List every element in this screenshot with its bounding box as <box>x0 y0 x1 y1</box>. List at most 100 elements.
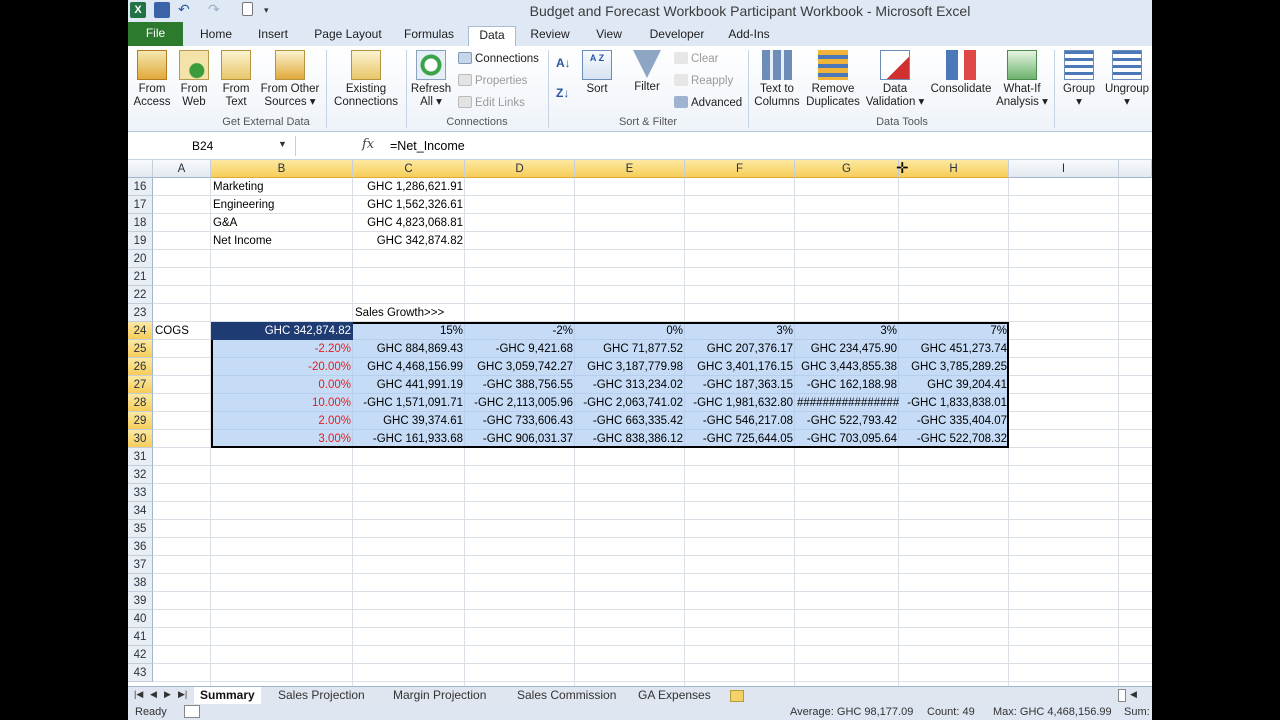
ungroup-button[interactable]: Ungroup ▾ <box>1102 50 1152 109</box>
tab-file[interactable]: File <box>128 22 183 46</box>
sort-ascending-icon[interactable]: A↓ <box>556 56 571 70</box>
cell-f26[interactable]: GHC 3,401,176.15 <box>685 358 795 376</box>
cell-f27[interactable]: -GHC 187,363.15 <box>685 376 795 394</box>
cell-e26[interactable]: GHC 3,187,779.98 <box>575 358 685 376</box>
formula-input[interactable]: =Net_Income <box>390 139 465 153</box>
cell-g24[interactable]: 3% <box>795 322 899 340</box>
cell-b26[interactable]: -20.00% <box>211 358 353 376</box>
row-header-40[interactable]: 40 <box>128 610 153 628</box>
what-if-analysis-button[interactable]: What-If Analysis ▾ <box>994 50 1050 109</box>
reapply-button[interactable]: Reapply <box>674 74 733 88</box>
column-header-e[interactable]: E <box>575 160 685 178</box>
cell-c30[interactable]: -GHC 161,933.68 <box>353 430 465 448</box>
cell-b24[interactable]: GHC 342,874.82 <box>211 322 353 340</box>
cell-c25[interactable]: GHC 884,869.43 <box>353 340 465 358</box>
next-sheet-icon[interactable]: ▶ <box>164 689 171 700</box>
filter-button[interactable]: Filter <box>628 50 666 94</box>
tab-add-ins[interactable]: Add-Ins <box>724 26 774 46</box>
row-header-34[interactable]: 34 <box>128 502 153 520</box>
cell-f28[interactable]: -GHC 1,981,632.80 <box>685 394 795 412</box>
insert-function-button[interactable]: fx <box>362 137 374 152</box>
scroll-left-icon[interactable]: ◀ <box>1130 689 1137 700</box>
tab-view[interactable]: View <box>588 26 630 46</box>
cell-g29[interactable]: -GHC 522,793.42 <box>795 412 899 430</box>
row-header-43[interactable]: 43 <box>128 664 153 682</box>
cell-f25[interactable]: GHC 207,376.17 <box>685 340 795 358</box>
row-header-36[interactable]: 36 <box>128 538 153 556</box>
row-header-30[interactable]: 30 <box>128 430 153 448</box>
row-header-22[interactable]: 22 <box>128 286 153 304</box>
row-header-42[interactable]: 42 <box>128 646 153 664</box>
cell-c18[interactable]: GHC 4,823,068.81 <box>353 214 465 232</box>
cell-c29[interactable]: GHC 39,374.61 <box>353 412 465 430</box>
column-header-g[interactable]: G <box>795 160 899 178</box>
insert-sheet-icon[interactable] <box>730 690 744 702</box>
cell-g27[interactable]: -GHC 162,188.98 <box>795 376 899 394</box>
column-header-i[interactable]: I <box>1009 160 1119 178</box>
cell-c17[interactable]: GHC 1,562,326.61 <box>353 196 465 214</box>
column-header-a[interactable]: A <box>153 160 211 178</box>
tab-home[interactable]: Home <box>194 26 238 46</box>
cell-e28[interactable]: -GHC 2,063,741.02 <box>575 394 685 412</box>
column-header-j[interactable] <box>1119 160 1152 178</box>
cell-d28[interactable]: -GHC 2,113,005.96 <box>465 394 575 412</box>
row-header-18[interactable]: 18 <box>128 214 153 232</box>
tab-formulas[interactable]: Formulas <box>400 26 458 46</box>
row-header-19[interactable]: 19 <box>128 232 153 250</box>
cell-c16[interactable]: GHC 1,286,621.91 <box>353 178 465 196</box>
row-header-35[interactable]: 35 <box>128 520 153 538</box>
row-header-27[interactable]: 27 <box>128 376 153 394</box>
sheet-tab-ga-expenses[interactable]: GA Expenses <box>638 687 711 704</box>
cell-h28[interactable]: -GHC 1,833,838.01 <box>899 394 1009 412</box>
cell-f29[interactable]: -GHC 546,217.08 <box>685 412 795 430</box>
cell-h27[interactable]: GHC 39,204.41 <box>899 376 1009 394</box>
cell-d26[interactable]: GHC 3,059,742.27 <box>465 358 575 376</box>
data-validation-button[interactable]: Data Validation ▾ <box>864 50 926 109</box>
sort-button[interactable]: A Z Sort <box>580 50 614 96</box>
cell-c28[interactable]: -GHC 1,571,091.71 <box>353 394 465 412</box>
sheet-tab-margin-projection[interactable]: Margin Projection <box>393 687 486 704</box>
cell-h25[interactable]: GHC 451,273.74 <box>899 340 1009 358</box>
column-header-h[interactable]: H <box>899 160 1009 178</box>
cell-c24[interactable]: 15% <box>353 322 465 340</box>
cell-d24[interactable]: -2% <box>465 322 575 340</box>
advanced-button[interactable]: Advanced <box>674 96 742 110</box>
column-header-d[interactable]: D <box>465 160 575 178</box>
edit-links-button[interactable]: Edit Links <box>458 96 525 110</box>
last-sheet-icon[interactable]: ▶| <box>178 689 187 700</box>
cell-b29[interactable]: 2.00% <box>211 412 353 430</box>
cell-e30[interactable]: -GHC 838,386.12 <box>575 430 685 448</box>
cell-g26[interactable]: GHC 3,443,855.38 <box>795 358 899 376</box>
cell-b30[interactable]: 3.00% <box>211 430 353 448</box>
tab-insert[interactable]: Insert <box>252 26 294 46</box>
cell-h29[interactable]: -GHC 335,404.07 <box>899 412 1009 430</box>
row-header-25[interactable]: 25 <box>128 340 153 358</box>
cell-a24[interactable]: COGS <box>153 322 211 340</box>
row-header-41[interactable]: 41 <box>128 628 153 646</box>
sheet-tab-summary[interactable]: Summary <box>194 687 261 704</box>
cell-c26[interactable]: GHC 4,468,156.99 <box>353 358 465 376</box>
cell-g28[interactable]: ################ <box>795 394 899 412</box>
cell-c23[interactable]: Sales Growth>>> <box>353 304 465 322</box>
cell-h26[interactable]: GHC 3,785,289.25 <box>899 358 1009 376</box>
column-header-b[interactable]: B <box>211 160 353 178</box>
sort-descending-icon[interactable]: Z↓ <box>556 86 569 100</box>
cell-h24[interactable]: 7% <box>899 322 1009 340</box>
column-header-c[interactable]: C <box>353 160 465 178</box>
cell-h30[interactable]: -GHC 522,708.32 <box>899 430 1009 448</box>
cell-e25[interactable]: GHC 71,877.52 <box>575 340 685 358</box>
cell-d30[interactable]: -GHC 906,031.37 <box>465 430 575 448</box>
cell-b17[interactable]: Engineering <box>211 196 353 214</box>
from-access-button[interactable]: From Access <box>132 50 172 109</box>
row-header-17[interactable]: 17 <box>128 196 153 214</box>
cell-e27[interactable]: -GHC 313,234.02 <box>575 376 685 394</box>
cell-g25[interactable]: GHC 234,475.90 <box>795 340 899 358</box>
sheet-tab-sales-commission[interactable]: Sales Commission <box>517 687 616 704</box>
row-header-33[interactable]: 33 <box>128 484 153 502</box>
row-header-23[interactable]: 23 <box>128 304 153 322</box>
row-header-37[interactable]: 37 <box>128 556 153 574</box>
cell-e24[interactable]: 0% <box>575 322 685 340</box>
refresh-all-button[interactable]: Refresh All ▾ <box>408 50 454 109</box>
cell-d25[interactable]: -GHC 9,421.68 <box>465 340 575 358</box>
row-header-24[interactable]: 24 <box>128 322 153 340</box>
